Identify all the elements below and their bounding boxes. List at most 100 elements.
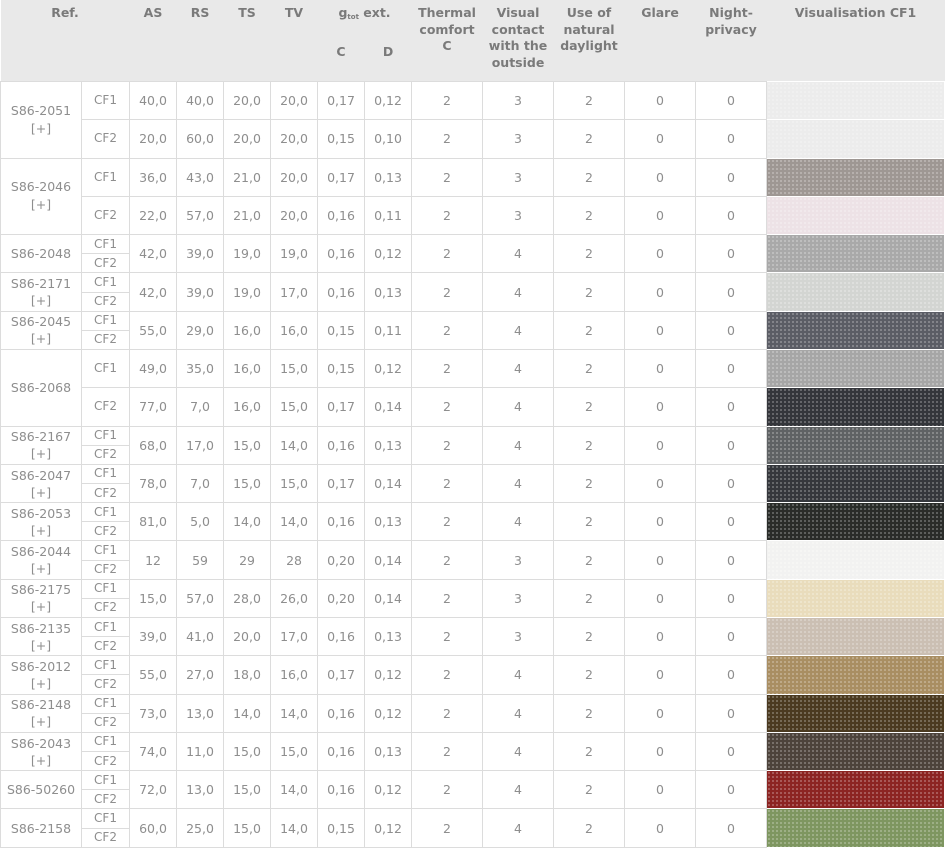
tv-cell: 14,0 [270, 693, 319, 733]
visual-cell: 3 [482, 119, 555, 159]
thermal-cell: 2 [411, 349, 484, 389]
glare-cell: 0 [624, 540, 697, 580]
thermal-cell: 2 [411, 502, 484, 542]
night-cell: 0 [695, 731, 768, 772]
c-cell: 0,16 [317, 195, 366, 236]
visualisation-swatch [766, 349, 945, 389]
rs-cell: 35,0 [176, 349, 225, 389]
fabric-swatch-image [767, 388, 944, 426]
ts-cell: 19,0 [223, 272, 272, 312]
visualisation-swatch [766, 770, 945, 810]
d-cell: 0,14 [364, 387, 413, 427]
c-cell: 0,15 [317, 310, 366, 351]
d-cell: 0,12 [364, 234, 413, 274]
rs-cell: 13,0 [176, 693, 225, 733]
c-cell: 0,16 [317, 425, 366, 465]
tv-cell: 15,0 [270, 387, 319, 427]
night-cell: 0 [695, 80, 768, 121]
visualisation-swatch [766, 157, 945, 197]
visual-cell: 4 [482, 770, 555, 810]
as-cell: 60,0 [129, 808, 178, 848]
variant-cell: CF2 [80, 559, 131, 580]
header-gtot-c: C [317, 37, 365, 82]
rs-cell: 13,0 [176, 770, 225, 810]
ts-cell: 19,0 [223, 234, 272, 274]
ref-cell: S86-2068 [0, 349, 82, 427]
ref-cell: S86-2171 [+] [0, 272, 82, 312]
rs-cell: 43,0 [176, 157, 225, 197]
thermal-cell: 2 [411, 387, 484, 427]
table-row: S86-2012 [+] CF1 55,0 27,0 18,0 16,0 0,17 0,12 2 4… [0, 655, 945, 695]
c-cell: 0,16 [317, 234, 366, 274]
ref-cell: S86-2047 [+] [0, 463, 82, 504]
ref-cell: S86-2148 [+] [0, 693, 82, 733]
visualisation-swatch [766, 119, 945, 159]
table-row: S86-2158 CF1 60,0 25,0 15,0 14,0 0,15 0,12 2 4 2 0 0 [0, 808, 945, 848]
table-row: S86-2053 [+] CF1 81,0 5,0 14,0 14,0 0,16 0,13 2 4 2… [0, 502, 945, 542]
visual-cell: 3 [482, 195, 555, 236]
d-cell: 0,13 [364, 157, 413, 197]
night-cell: 0 [695, 770, 768, 810]
tv-cell: 14,0 [270, 502, 319, 542]
variant-cell: CF2 [80, 253, 131, 274]
night-cell: 0 [695, 349, 768, 389]
rs-cell: 27,0 [176, 655, 225, 695]
thermal-cell: 2 [411, 693, 484, 733]
ref-cell: S86-2167 [+] [0, 425, 82, 465]
variant-cell: CF1 [80, 617, 131, 638]
fabric-swatch-image [767, 580, 944, 617]
daylight-cell: 2 [553, 540, 626, 580]
as-cell: 20,0 [129, 119, 178, 159]
d-cell: 0,13 [364, 272, 413, 312]
ts-cell: 15,0 [223, 425, 272, 465]
visual-cell: 3 [482, 157, 555, 197]
variant-cell: CF1 [80, 234, 131, 255]
table-row: S86-2047 [+] CF1 78,0 7,0 15,0 15,0 0,17 0,14 2 4 2… [0, 463, 945, 504]
night-cell: 0 [695, 693, 768, 733]
tv-cell: 15,0 [270, 731, 319, 772]
product-specs-table: Ref. AS RS TS TV gtot ext. Thermal comfo… [0, 0, 945, 848]
rs-cell: 41,0 [176, 617, 225, 657]
tv-cell: 17,0 [270, 617, 319, 657]
glare-cell: 0 [624, 463, 697, 504]
daylight-cell: 2 [553, 578, 626, 619]
variant-cell: CF1 [80, 157, 131, 197]
header-ts: TS [223, 0, 271, 82]
thermal-cell: 2 [411, 272, 484, 312]
rs-cell: 11,0 [176, 731, 225, 772]
ref-cell: S86-50260 [0, 770, 82, 810]
ts-cell: 15,0 [223, 731, 272, 772]
d-cell: 0,13 [364, 425, 413, 465]
visual-cell: 3 [482, 617, 555, 657]
d-cell: 0,14 [364, 578, 413, 619]
header-night: Night-privacy [695, 0, 767, 82]
d-cell: 0,12 [364, 80, 413, 121]
visualisation-swatch [766, 425, 945, 465]
table-row: S86-2068 CF1 49,0 35,0 16,0 15,0 0,15 0,12 2 4 2 0 0 [0, 349, 945, 427]
visualisation-swatch [766, 578, 945, 619]
table-row: S86-2167 [+] CF1 68,0 17,0 15,0 14,0 0,16 0,13 2 4… [0, 425, 945, 465]
thermal-cell: 2 [411, 195, 484, 236]
visual-cell: 4 [482, 463, 555, 504]
fabric-swatch-image [767, 82, 944, 119]
c-cell: 0,17 [317, 655, 366, 695]
d-cell: 0,12 [364, 349, 413, 389]
tv-cell: 15,0 [270, 349, 319, 389]
variant-cell: CF2 [80, 789, 131, 810]
variant-cell: CF2 [80, 521, 131, 542]
thermal-cell: 2 [411, 578, 484, 619]
ref-cell: S86-2044 [+] [0, 540, 82, 580]
rs-cell: 60,0 [176, 119, 225, 159]
variant-cell: CF2 [80, 827, 131, 848]
table-row: S86-2046 [+] CF1 36,0 43,0 21,0 20,0 0,17 0,13 2 3… [0, 157, 945, 236]
tv-cell: 19,0 [270, 234, 319, 274]
table-row: CF2 77,0 7,0 16,0 15,0 0,17 0,14 2 4 2 0 0 [1, 387, 945, 427]
ts-cell: 21,0 [223, 157, 272, 197]
fabric-swatch-image [767, 120, 944, 158]
variant-cell: CF2 [80, 119, 131, 159]
visualisation-swatch [766, 387, 945, 427]
visual-cell: 4 [482, 349, 555, 389]
variant-cell: CF2 [80, 483, 131, 504]
fabric-swatch-image [767, 695, 944, 732]
daylight-cell: 2 [553, 157, 626, 197]
